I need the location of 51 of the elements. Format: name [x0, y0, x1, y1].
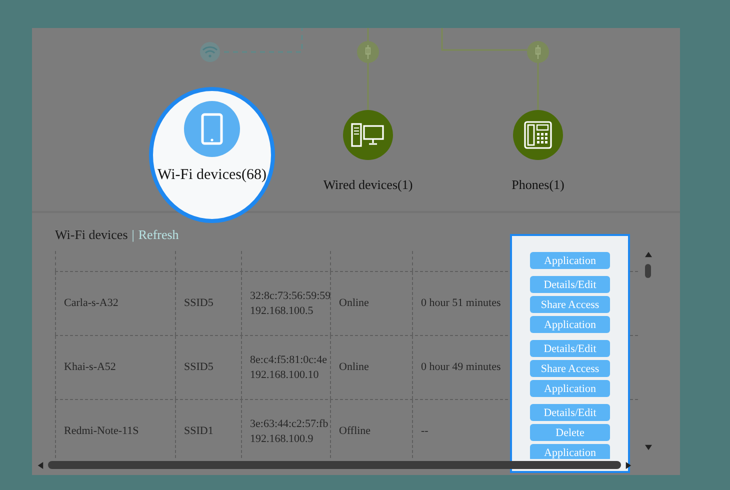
- mac-address: 32:8c:73:56:59:59: [250, 288, 330, 304]
- table-cell-text: Carla-s-A32: [64, 296, 120, 311]
- plug-icon: [357, 41, 379, 63]
- horizontal-scrollbar[interactable]: [37, 459, 632, 471]
- action-button[interactable]: Share Access: [530, 360, 610, 377]
- ip-address: 192.168.100.5: [250, 304, 314, 318]
- action-button[interactable]: Application: [530, 252, 610, 269]
- vertical-scrollbar[interactable]: [642, 251, 654, 451]
- category-label: Phones(1): [512, 177, 564, 193]
- table-cell-text: SSID1: [184, 424, 214, 439]
- action-button[interactable]: Application: [530, 316, 610, 333]
- scroll-right-arrow-icon[interactable]: [625, 462, 632, 468]
- scroll-thumb[interactable]: [645, 264, 651, 278]
- table-cell-text: --: [421, 424, 430, 439]
- action-button[interactable]: Share Access: [530, 296, 610, 313]
- action-button[interactable]: Application: [530, 444, 610, 459]
- device-category-icon[interactable]: [513, 110, 563, 160]
- refresh-link[interactable]: Refresh: [138, 227, 179, 251]
- scroll-left-arrow-icon[interactable]: [37, 462, 44, 468]
- scroll-down-arrow-icon[interactable]: [644, 444, 652, 451]
- table-cell-text: Online: [339, 296, 370, 311]
- ip-address: 192.168.100.10: [250, 368, 320, 382]
- wifi-icon: [200, 42, 220, 62]
- table-cell-text: Offline: [339, 424, 372, 439]
- action-button[interactable]: Details/Edit: [530, 340, 610, 357]
- table-cell-text: Khai-s-A52: [64, 360, 117, 375]
- category-label: Wired devices(1): [323, 177, 413, 193]
- table-cell-text: SSID5: [184, 296, 214, 311]
- action-button[interactable]: Details/Edit: [530, 404, 610, 421]
- table-cell-text: 0 hour 51 minutes: [421, 296, 502, 311]
- plug-icon: [527, 41, 549, 63]
- table-cell-text: Redmi-Note-11S: [64, 424, 140, 439]
- action-button[interactable]: Application: [530, 380, 610, 397]
- table-cell-text: Online: [339, 360, 370, 375]
- mac-address: 3e:63:44:c2:57:fb: [250, 416, 330, 432]
- desktop-computer-icon: [351, 123, 385, 147]
- section-title: Wi-Fi devices: [55, 227, 128, 244]
- scroll-thumb[interactable]: [48, 461, 621, 469]
- separator: |: [132, 227, 134, 244]
- device-category-icon[interactable]: [343, 110, 393, 160]
- desk-phone-icon: [524, 121, 552, 149]
- table-cell-text: 0 hour 49 minutes: [421, 360, 502, 375]
- ip-address: 192.168.100.9: [250, 432, 314, 446]
- action-button[interactable]: Details/Edit: [530, 276, 610, 293]
- mac-address: 8e:c4:f5:81:0c:4e: [250, 352, 328, 368]
- highlighted-category[interactable]: Wi-Fi devices(68): [149, 87, 275, 223]
- action-button[interactable]: Delete: [530, 424, 610, 441]
- category-label: Wi-Fi devices(68): [158, 167, 266, 184]
- table-cell-text: SSID5: [184, 360, 214, 375]
- scroll-up-arrow-icon[interactable]: [644, 251, 652, 258]
- tablet-icon: [201, 113, 223, 145]
